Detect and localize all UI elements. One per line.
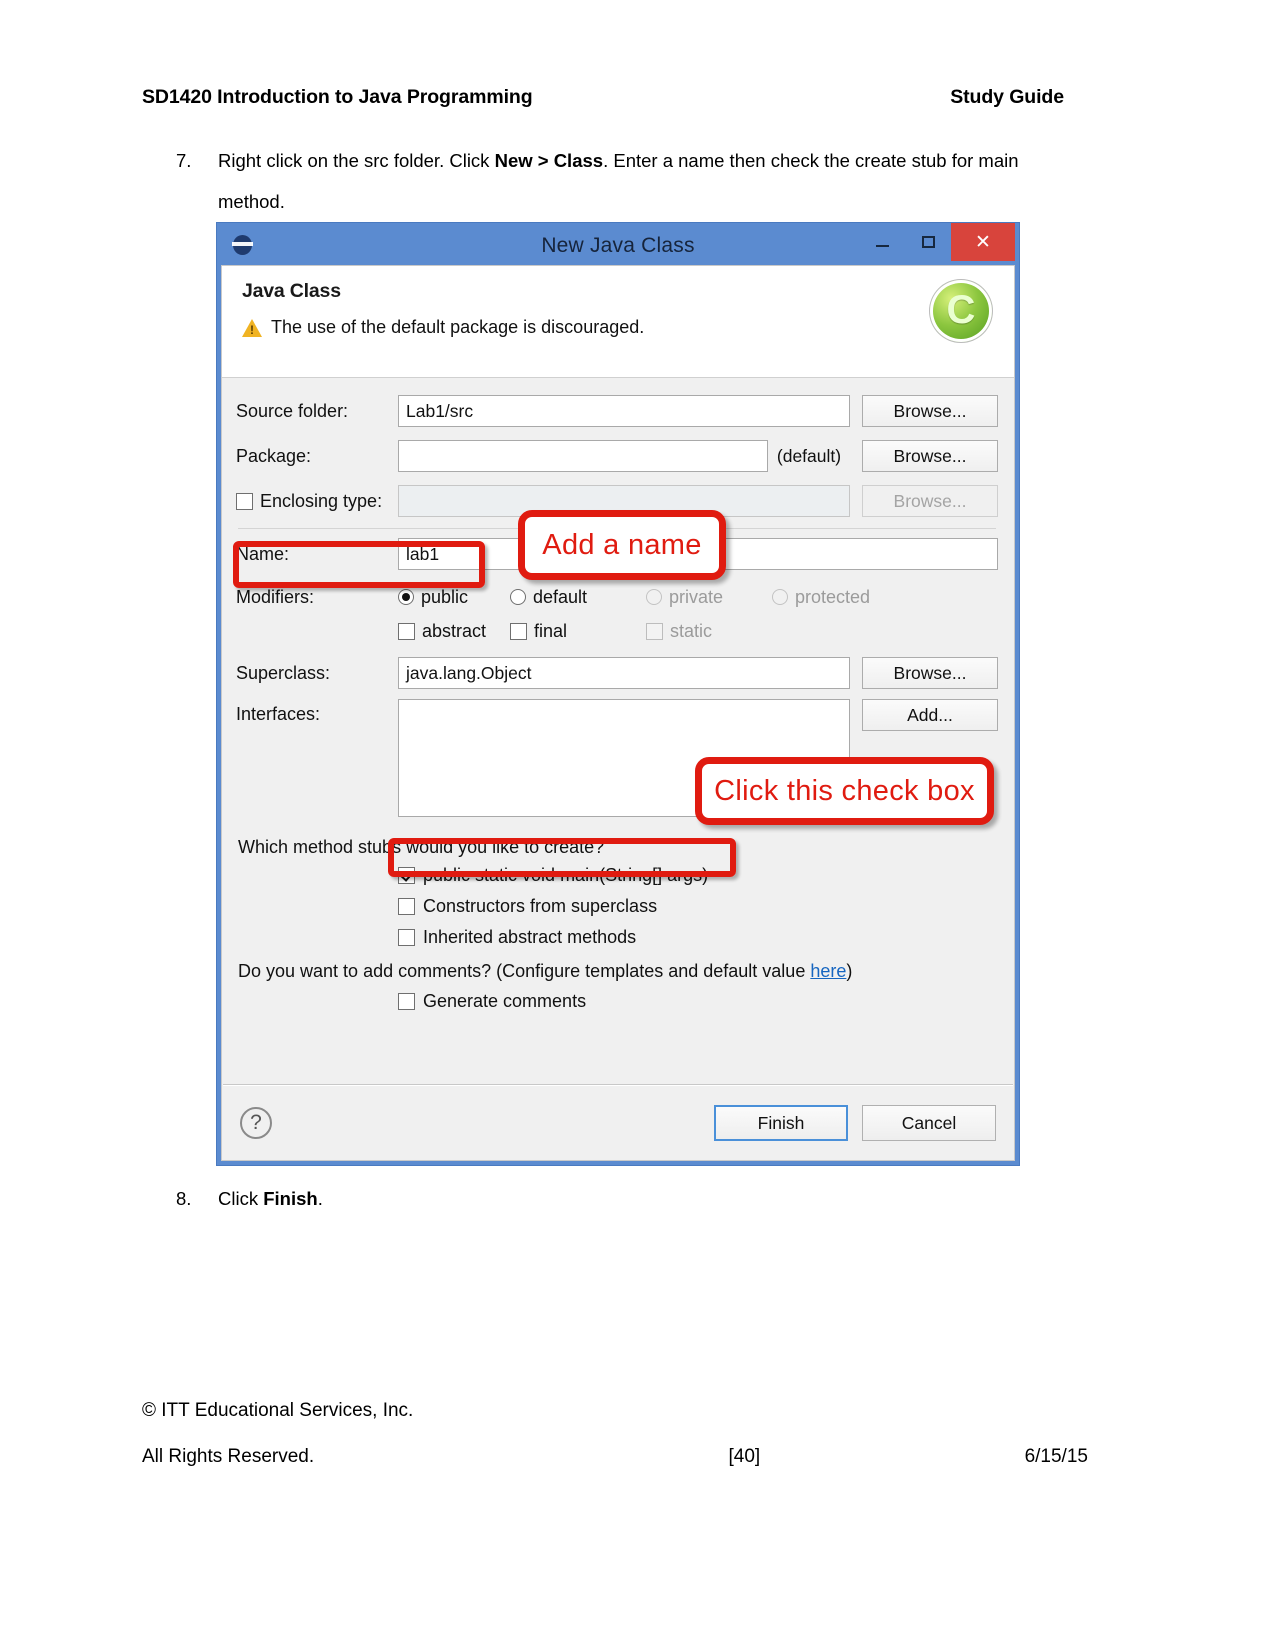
modifiers-label: Modifiers: bbox=[236, 586, 315, 607]
modifier-final-label: final bbox=[534, 620, 568, 641]
footer-date: 6/15/15 bbox=[1024, 1446, 1088, 1467]
superclass-input[interactable]: java.lang.Object bbox=[398, 657, 850, 689]
window-controls: ✕ bbox=[859, 223, 1015, 261]
minimize-icon[interactable] bbox=[859, 223, 905, 261]
package-label: Package: bbox=[236, 445, 312, 466]
modifier-radio-protected: protected bbox=[772, 587, 870, 608]
logo-letter: C bbox=[946, 287, 976, 332]
maximize-icon[interactable] bbox=[905, 223, 951, 261]
annotation-click-this-check-box: Click this check box bbox=[695, 757, 994, 825]
dialog-warning-text: The use of the default package is discou… bbox=[271, 317, 645, 337]
modifier-radio-private: private bbox=[646, 587, 772, 608]
package-row: Package: (default) Browse... bbox=[236, 437, 998, 475]
modifier-checkbox-abstract[interactable]: abstract bbox=[398, 621, 510, 642]
header-course-title: SD1420 Introduction to Java Programming bbox=[142, 86, 533, 108]
modifier-static-label: static bbox=[670, 620, 713, 641]
footer-bottom-row: All Rights Reserved. [40] 6/15/15 bbox=[142, 1446, 1088, 1468]
superclass-browse-button[interactable]: Browse... bbox=[862, 657, 998, 689]
header-study-guide: Study Guide bbox=[950, 86, 1064, 108]
radio-private-icon bbox=[646, 589, 662, 605]
cancel-button[interactable]: Cancel bbox=[862, 1105, 996, 1141]
source-folder-label: Source folder: bbox=[236, 400, 349, 421]
configure-templates-link[interactable]: here bbox=[810, 961, 846, 981]
enclosing-type-browse-button[interactable]: Browse... bbox=[862, 485, 998, 517]
warning-icon bbox=[242, 318, 262, 338]
annotation-highlight-name-field bbox=[233, 541, 485, 588]
generate-comments-checkbox-row[interactable]: Generate comments bbox=[398, 986, 998, 1017]
package-default-suffix: (default) bbox=[776, 445, 842, 466]
step-7-bold-new-class: New > Class bbox=[494, 150, 604, 171]
dialog-warning: The use of the default package is discou… bbox=[242, 317, 998, 338]
interfaces-label: Interfaces: bbox=[236, 704, 321, 724]
checkbox-generate-comments-icon bbox=[398, 993, 415, 1010]
package-browse-button[interactable]: Browse... bbox=[862, 440, 998, 472]
modifier-protected-label: protected bbox=[795, 586, 871, 607]
step-8: 8. Click Finish. bbox=[176, 1178, 618, 1219]
source-folder-browse-button[interactable]: Browse... bbox=[862, 395, 998, 427]
dialog-heading: Java Class bbox=[242, 280, 341, 302]
checkbox-constructors-icon bbox=[398, 898, 415, 915]
enclosing-type-label-group: Enclosing type: bbox=[236, 491, 398, 512]
modifier-abstract-label: abstract bbox=[422, 620, 487, 641]
java-class-logo-icon: C bbox=[930, 280, 992, 342]
enclosing-type-checkbox[interactable] bbox=[236, 492, 253, 510]
stub-constructors-label: Constructors from superclass bbox=[423, 896, 658, 916]
checkbox-inherited-icon bbox=[398, 929, 415, 946]
checkbox-static-icon bbox=[646, 622, 663, 640]
annotation-highlight-main-checkbox bbox=[388, 838, 736, 877]
stub-checkbox-constructors[interactable]: Constructors from superclass bbox=[398, 891, 998, 922]
dialog-header-banner: Java Class The use of the default packag… bbox=[222, 266, 1014, 378]
stub-checkbox-inherited[interactable]: Inherited abstract methods bbox=[398, 922, 998, 953]
footer-copyright: © ITT Educational Services, Inc. bbox=[142, 1400, 414, 1421]
modifier-private-label: private bbox=[669, 586, 724, 607]
modifier-checkbox-static: static bbox=[646, 621, 712, 642]
step-8-bold-finish: Finish bbox=[263, 1188, 318, 1209]
modifier-checkbox-final[interactable]: final bbox=[510, 621, 646, 642]
comments-options: Generate comments bbox=[398, 986, 998, 1017]
dialog-form: Source folder: Lab1/src Browse... Packag… bbox=[222, 378, 1014, 1017]
help-icon[interactable]: ? bbox=[240, 1107, 272, 1139]
step-7: 7. Right click on the src folder. Click … bbox=[176, 140, 1074, 222]
source-folder-input[interactable]: Lab1/src bbox=[398, 395, 850, 427]
source-folder-row: Source folder: Lab1/src Browse... bbox=[236, 392, 998, 430]
comments-question-part2: ) bbox=[846, 961, 853, 981]
comments-question-part1: Do you want to add comments? (Configure … bbox=[238, 961, 811, 981]
stub-inherited-label: Inherited abstract methods bbox=[423, 927, 637, 947]
radio-public-icon bbox=[398, 589, 414, 605]
package-input[interactable] bbox=[398, 440, 768, 472]
step-8-text-part2: . bbox=[317, 1188, 323, 1209]
modifier-public-label: public bbox=[421, 586, 469, 607]
annotation-add-a-name: Add a name bbox=[518, 510, 726, 580]
superclass-label: Superclass: bbox=[236, 662, 331, 683]
new-java-class-dialog: New Java Class ✕ Java Class The use of t… bbox=[216, 222, 1020, 1166]
comments-question: Do you want to add comments? (Configure … bbox=[238, 961, 998, 982]
step-7-text: Right click on the src folder. Click New… bbox=[218, 140, 1074, 222]
checkbox-final-icon bbox=[510, 622, 527, 640]
footer-page-number: [40] bbox=[728, 1446, 761, 1467]
generate-comments-label: Generate comments bbox=[423, 991, 587, 1011]
step-8-text-part1: Click bbox=[218, 1188, 264, 1209]
modifier-default-label: default bbox=[533, 586, 588, 607]
enclosing-type-label: Enclosing type: bbox=[260, 490, 383, 511]
close-icon[interactable]: ✕ bbox=[951, 223, 1015, 261]
dialog-button-bar: ? Finish Cancel bbox=[222, 1086, 1014, 1160]
modifiers-checkbox-row: abstract final static bbox=[398, 614, 998, 648]
modifier-radio-default[interactable]: default bbox=[510, 587, 646, 608]
step-7-text-part1: Right click on the src folder. Click bbox=[218, 150, 495, 171]
superclass-row: Superclass: java.lang.Object Browse... bbox=[236, 654, 998, 692]
dialog-body: Java Class The use of the default packag… bbox=[221, 265, 1015, 1161]
step-7-number: 7. bbox=[176, 150, 192, 171]
radio-protected-icon bbox=[772, 589, 788, 605]
step-8-text: Click Finish. bbox=[218, 1178, 618, 1219]
dialog-titlebar[interactable]: New Java Class ✕ bbox=[221, 223, 1015, 265]
footer-rights: All Rights Reserved. bbox=[142, 1446, 315, 1467]
document-header: SD1420 Introduction to Java Programming … bbox=[142, 86, 1064, 109]
modifier-radio-public[interactable]: public bbox=[398, 587, 510, 608]
step-8-number: 8. bbox=[176, 1188, 192, 1209]
checkbox-abstract-icon bbox=[398, 622, 415, 640]
interfaces-add-button[interactable]: Add... bbox=[862, 699, 998, 731]
radio-default-icon bbox=[510, 589, 526, 605]
finish-button[interactable]: Finish bbox=[714, 1105, 848, 1141]
